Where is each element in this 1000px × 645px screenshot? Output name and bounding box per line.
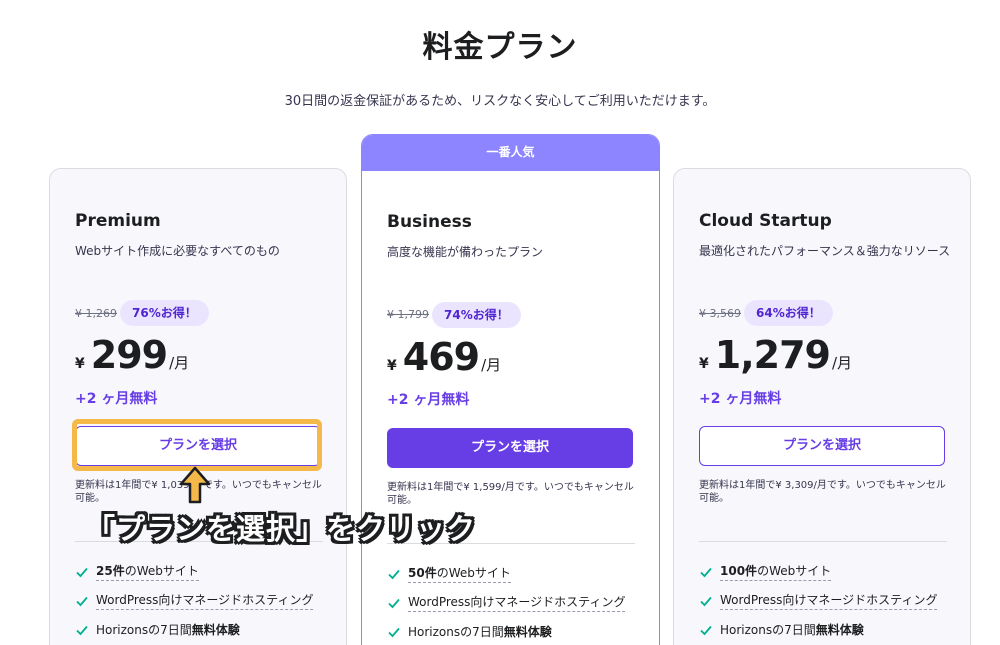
- bonus-months: +2 ヶ月無料: [75, 391, 158, 407]
- highlight-box: [72, 419, 322, 471]
- old-price: ¥ 1,269: [75, 307, 117, 320]
- page-subtitle: 30日間の返金保証があるため、リスクなく安心してご利用いただけます。: [284, 94, 716, 109]
- price-value: 1,279: [714, 333, 831, 377]
- price-value: 299: [90, 333, 168, 377]
- feature-text: Horizonsの7日間: [408, 625, 504, 639]
- feature-item: 100件のWebサイト: [699, 562, 832, 581]
- price-row: ¥ 1,279 /月: [699, 333, 852, 377]
- renewal-note: 更新料は1年間で¥ 1,599/月です。いつでもキャンセル可能。: [387, 482, 634, 506]
- check-icon: [388, 627, 400, 637]
- check-icon: [700, 596, 712, 606]
- feature-item: Horizonsの7日間無料体験: [387, 623, 552, 640]
- renewal-note: 更新料は1年間で¥ 3,309/月です。いつでもキャンセル可能。: [699, 480, 946, 504]
- old-price: ¥ 3,569: [699, 307, 741, 320]
- plan-name: Premium: [75, 211, 161, 231]
- select-plan-button[interactable]: プランを選択: [387, 428, 633, 468]
- price-row: ¥ 299 /月: [75, 333, 189, 377]
- select-plan-button[interactable]: プランを選択: [699, 426, 945, 466]
- price-period: /月: [831, 354, 853, 372]
- arrow-up-icon: [179, 466, 211, 504]
- feature-item: 25件のWebサイト: [75, 562, 199, 581]
- check-icon: [388, 569, 400, 579]
- divider: [699, 541, 947, 542]
- price-value: 469: [402, 335, 480, 379]
- feature-text: のWebサイト: [436, 566, 511, 580]
- feature-text: WordPress向けマネージドホスティング: [408, 593, 626, 612]
- feature-bold: 25件: [96, 564, 125, 578]
- feature-text: Horizonsの7日間: [720, 623, 816, 637]
- page-title: 料金プラン: [422, 30, 578, 65]
- check-icon: [388, 598, 400, 608]
- feature-text: Horizonsの7日間: [96, 623, 192, 637]
- feature-bold: 無料体験: [815, 623, 864, 637]
- plan-description: Webサイト作成に必要なすべてのもの: [75, 244, 280, 258]
- plan-card-cloud-startup: Cloud Startup 最適化されたパフォーマンス＆強力なリソース ¥ 3,…: [673, 168, 971, 645]
- feature-item: 50件のWebサイト: [387, 564, 511, 583]
- currency-symbol: ¥: [699, 356, 709, 372]
- price-row: ¥ 469 /月: [387, 335, 501, 379]
- feature-item: WordPress向けマネージドホスティング: [387, 593, 626, 612]
- plan-description: 高度な機能が備わったプラン: [387, 245, 544, 259]
- popular-banner: 一番人気: [362, 135, 659, 171]
- feature-bold: 無料体験: [503, 625, 552, 639]
- bonus-months: +2 ヶ月無料: [387, 392, 470, 408]
- old-price: ¥ 1,799: [387, 308, 429, 321]
- feature-text: WordPress向けマネージドホスティング: [96, 591, 314, 610]
- feature-bold: 100件: [720, 564, 758, 578]
- feature-item: Horizonsの7日間無料体験: [75, 621, 240, 638]
- feature-text: WordPress向けマネージドホスティング: [720, 591, 938, 610]
- plan-name: Cloud Startup: [699, 211, 832, 231]
- feature-bold: 50件: [408, 566, 437, 580]
- discount-badge: 64%お得！: [744, 300, 833, 326]
- discount-badge: 74%お得！: [432, 302, 521, 328]
- price-period: /月: [481, 356, 502, 374]
- annotation-callout: 「プランを選択」をクリック: [86, 512, 477, 546]
- feature-item: WordPress向けマネージドホスティング: [699, 591, 938, 610]
- feature-text: のWebサイト: [124, 564, 199, 578]
- price-period: /月: [169, 354, 190, 372]
- discount-badge: 76%お得！: [120, 300, 209, 326]
- feature-bold: 無料体験: [191, 623, 240, 637]
- feature-item: WordPress向けマネージドホスティング: [75, 591, 314, 610]
- check-icon: [700, 567, 712, 577]
- feature-text: のWebサイト: [757, 564, 832, 578]
- currency-symbol: ¥: [75, 356, 85, 372]
- currency-symbol: ¥: [387, 358, 397, 374]
- check-icon: [76, 625, 88, 635]
- plan-description: 最適化されたパフォーマンス＆強力なリソース: [699, 244, 951, 258]
- plan-name: Business: [387, 212, 472, 232]
- check-icon: [700, 625, 712, 635]
- plan-card-business: 一番人気 Business 高度な機能が備わったプラン ¥ 1,799 74%お…: [361, 134, 660, 645]
- check-icon: [76, 567, 88, 577]
- plan-card-premium: Premium Webサイト作成に必要なすべてのもの ¥ 1,269 76%お得…: [49, 168, 347, 645]
- bonus-months: +2 ヶ月無料: [699, 391, 782, 407]
- feature-item: Horizonsの7日間無料体験: [699, 621, 864, 638]
- check-icon: [76, 596, 88, 606]
